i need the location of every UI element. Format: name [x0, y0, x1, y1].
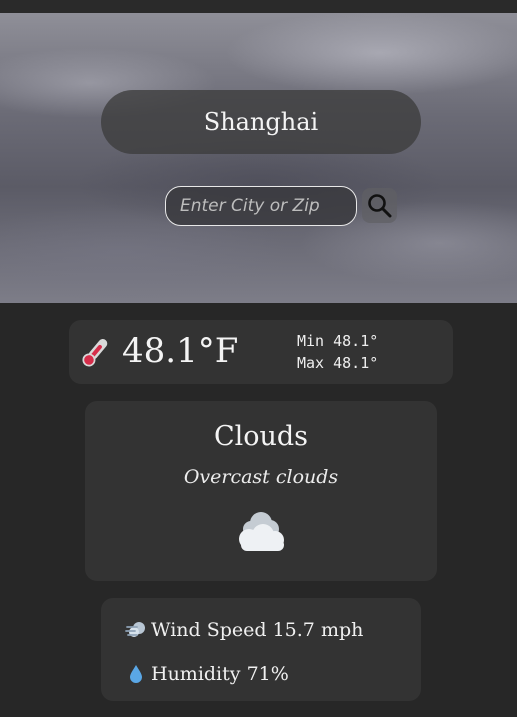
search-button[interactable]	[362, 188, 397, 223]
min-label: Min	[297, 332, 325, 350]
cloud-icon	[239, 512, 284, 551]
humidity: Humidity 71%	[125, 663, 289, 685]
stats-card	[101, 598, 421, 701]
thermometer-icon	[82, 339, 108, 367]
top-bar	[0, 0, 517, 13]
search-icon	[367, 193, 391, 217]
humidity-label: Humidity	[151, 663, 241, 685]
wind-icon	[125, 622, 145, 637]
min-value: 48.1°	[333, 332, 379, 350]
max-label: Max	[297, 354, 325, 372]
max-temperature: Max 48.1°	[297, 352, 378, 374]
max-value: 48.1°	[333, 354, 379, 372]
condition-main: Clouds	[213, 421, 309, 452]
weather-background	[0, 13, 517, 303]
search-input[interactable]	[165, 186, 357, 226]
wind-label: Wind Speed	[151, 619, 267, 641]
wind-value: 15.7 mph	[272, 619, 364, 641]
temperature-card: 48.1°F Min 48.1° Max 48.1°	[69, 320, 453, 384]
temperature-value: 48.1°F	[122, 331, 239, 371]
min-max-temperatures: Min 48.1° Max 48.1°	[297, 330, 378, 374]
city-name: Shanghai	[101, 90, 421, 154]
humidity-value: 71%	[246, 663, 289, 685]
wind-speed: Wind Speed 15.7 mph	[125, 619, 363, 641]
droplet-icon	[130, 665, 142, 683]
city-label: Shanghai	[203, 108, 319, 136]
condition-description: Overcast clouds	[183, 466, 339, 488]
min-temperature: Min 48.1°	[297, 330, 378, 352]
conditions-card: Clouds Overcast clouds	[85, 401, 437, 581]
